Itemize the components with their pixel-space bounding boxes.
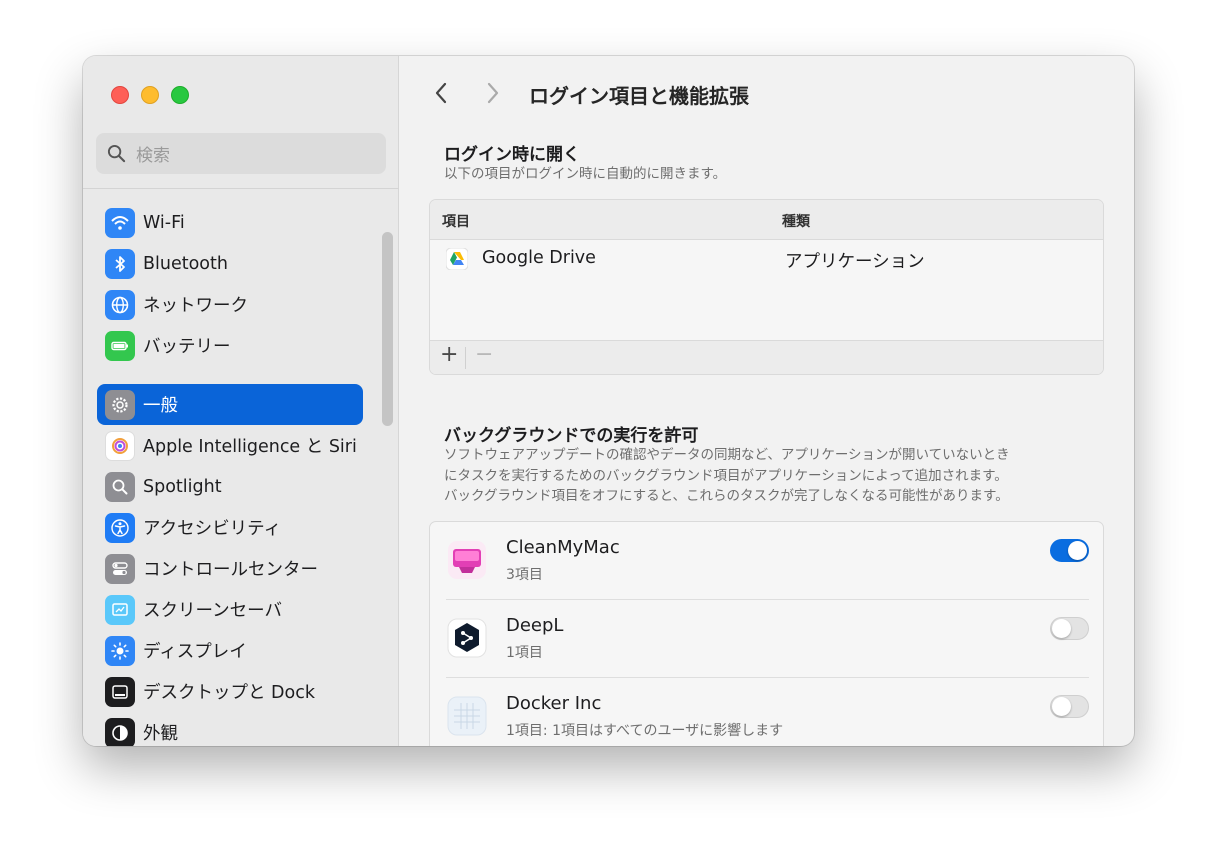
add-login-item-button[interactable]: + <box>440 342 458 367</box>
sidebar-item-display[interactable]: ディスプレイ <box>97 630 363 671</box>
wifi-icon <box>105 207 135 238</box>
sidebar-item-control-center[interactable]: コントロールセンター <box>97 548 363 589</box>
background-items-list: CleanMyMac 3項目 DeepL 1項目 Docker Inc 1項目:… <box>429 521 1104 746</box>
settings-window: 検索 Wi-Fi Bluetooth ネットワーク バッテリー 一般 Apple… <box>83 56 1134 746</box>
cleanmymac-toggle[interactable] <box>1050 539 1089 562</box>
globe-icon <box>105 289 135 320</box>
column-header-kind[interactable]: 種類 <box>782 211 810 231</box>
sun-icon <box>105 635 135 666</box>
sidebar-item-network[interactable]: ネットワーク <box>97 284 363 325</box>
column-header-item[interactable]: 項目 <box>442 211 470 231</box>
sidebar-item-label: スクリーンセーバ <box>143 601 282 621</box>
app-name: Docker Inc <box>506 693 602 714</box>
app-detail: 1項目 <box>506 645 543 661</box>
cleanmymac-icon <box>448 541 486 579</box>
toggle-knob <box>1068 541 1087 560</box>
sidebar-item-wifi[interactable]: Wi-Fi <box>97 202 363 243</box>
footer-separator <box>465 347 466 369</box>
sidebar-item-label: 外観 <box>143 724 178 744</box>
app-name: CleanMyMac <box>506 537 620 558</box>
docker-icon <box>447 696 487 736</box>
sidebar-item-label: ディスプレイ <box>143 642 247 662</box>
zoom-window-button[interactable] <box>171 86 189 104</box>
remove-login-item-button[interactable]: − <box>475 342 493 367</box>
search-icon <box>107 144 126 163</box>
bluetooth-icon <box>105 248 135 279</box>
sidebar-list: Wi-Fi Bluetooth ネットワーク バッテリー 一般 Apple In… <box>97 202 363 746</box>
list-item: CleanMyMac 3項目 <box>430 522 1103 600</box>
gear-icon <box>105 389 135 420</box>
login-item-name: Google Drive <box>482 248 596 268</box>
sidebar-item-label: Bluetooth <box>143 253 228 274</box>
sidebar-item-label: Wi-Fi <box>143 212 185 233</box>
deepl-toggle[interactable] <box>1050 617 1089 640</box>
sidebar-item-screensaver[interactable]: スクリーンセーバ <box>97 589 363 630</box>
appearance-icon <box>105 717 135 746</box>
toggle-knob <box>1052 697 1071 716</box>
forward-icon[interactable] <box>480 80 504 106</box>
sidebar-item-appearance[interactable]: 外観 <box>97 712 363 746</box>
background-section-description-line-3: バックグラウンド項目をオフにすると、これらのタスクが完了しなくなる可能性がありま… <box>444 488 1009 504</box>
sidebar-item-label: ネットワーク <box>143 296 248 316</box>
login-section-description: 以下の項目がログイン時に自動的に開きます。 <box>444 166 727 182</box>
close-window-button[interactable] <box>111 86 129 104</box>
deepl-icon <box>447 618 487 658</box>
table-row[interactable]: Google Drive アプリケーション <box>430 240 1103 278</box>
table-header: 項目 種類 <box>430 200 1103 240</box>
sidebar-item-desktop-dock[interactable]: デスクトップと Dock <box>97 671 363 712</box>
sidebar: 検索 Wi-Fi Bluetooth ネットワーク バッテリー 一般 Apple… <box>83 56 399 746</box>
battery-icon <box>105 330 135 361</box>
sidebar-item-label: Spotlight <box>143 476 222 497</box>
search-placeholder: 検索 <box>136 146 170 166</box>
window-controls <box>111 86 189 104</box>
background-section-description-line-1: ソフトウェアアップデートの確認やデータの同期など、アプリケーションが開いていない… <box>444 447 1010 463</box>
login-item-kind: アプリケーション <box>785 252 925 272</box>
page-title: ログイン項目と機能拡張 <box>529 84 749 108</box>
sidebar-item-label: コントロールセンター <box>143 560 318 580</box>
main-pane: ログイン項目と機能拡張 ログイン時に開く 以下の項目がログイン時に自動的に開きま… <box>400 56 1134 746</box>
list-item: DeepL 1項目 <box>430 600 1103 678</box>
sidebar-item-bluetooth[interactable]: Bluetooth <box>97 243 363 284</box>
docker-toggle[interactable] <box>1050 695 1089 718</box>
toggle-knob <box>1052 619 1071 638</box>
sidebar-item-label: デスクトップと Dock <box>143 683 316 703</box>
sidebar-item-label: 一般 <box>143 396 178 416</box>
sidebar-item-accessibility[interactable]: アクセシビリティ <box>97 507 363 548</box>
app-detail: 1項目: 1項目はすべてのユーザに影響します <box>506 723 784 739</box>
google-drive-icon <box>446 248 468 270</box>
sidebar-item-general[interactable]: 一般 <box>97 384 363 425</box>
sidebar-item-apple-intelligence-siri[interactable]: Apple Intelligence と Siri <box>97 425 363 466</box>
spotlight-icon <box>105 471 135 502</box>
list-item: Docker Inc 1項目: 1項目はすべてのユーザに影響します <box>430 678 1103 746</box>
login-items-table: 項目 種類 Google Drive アプリケーション + − <box>429 199 1104 375</box>
background-section-description-line-2: にタスクを実行するためのバックグラウンド項目がアプリケーションによって追加されま… <box>444 468 1008 484</box>
sidebar-item-battery[interactable]: バッテリー <box>97 325 363 366</box>
dock-icon <box>105 676 135 707</box>
sidebar-item-spotlight[interactable]: Spotlight <box>97 466 363 507</box>
app-detail: 3項目 <box>506 567 543 583</box>
app-name: DeepL <box>506 615 564 636</box>
sidebar-item-label: バッテリー <box>143 337 231 357</box>
toggles-icon <box>105 553 135 584</box>
minimize-window-button[interactable] <box>141 86 159 104</box>
siri-icon <box>105 430 135 461</box>
sidebar-item-label: Apple Intelligence と Siri <box>143 437 357 457</box>
login-section-title: ログイン時に開く <box>444 145 580 165</box>
accessibility-icon <box>105 512 135 543</box>
sidebar-scrollbar[interactable] <box>382 232 393 426</box>
back-icon[interactable] <box>430 80 454 106</box>
sidebar-divider <box>83 188 399 189</box>
table-footer: + − <box>430 340 1103 374</box>
screensaver-icon <box>105 594 135 625</box>
background-section-title: バックグラウンドでの実行を許可 <box>444 426 699 446</box>
sidebar-item-label: アクセシビリティ <box>143 519 282 539</box>
search-input[interactable]: 検索 <box>96 133 386 174</box>
